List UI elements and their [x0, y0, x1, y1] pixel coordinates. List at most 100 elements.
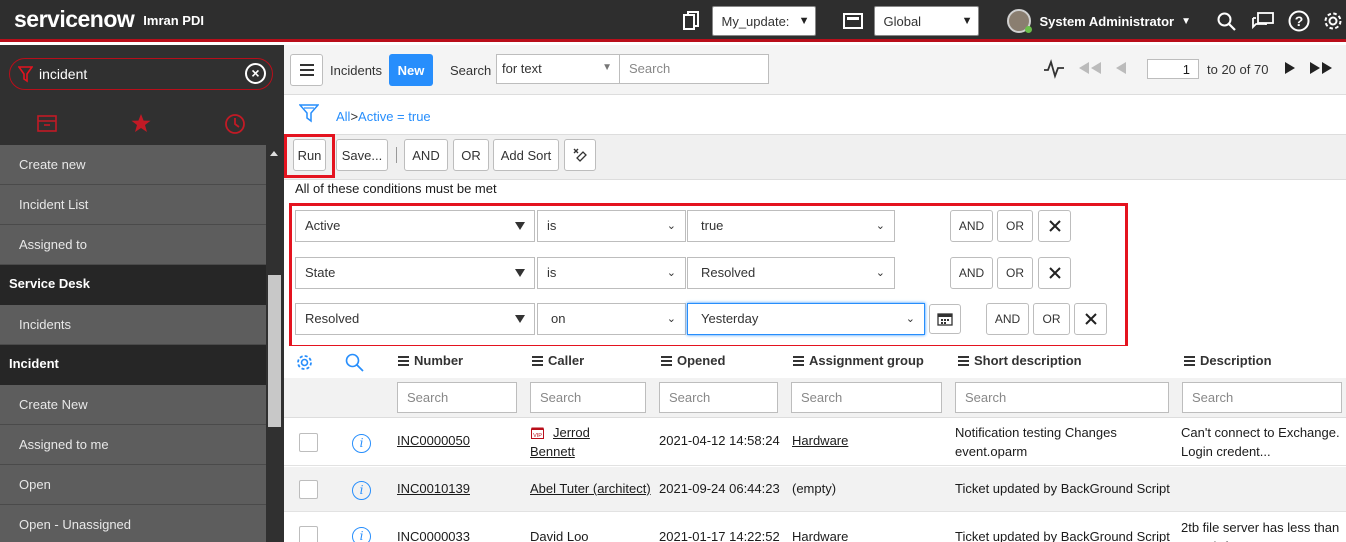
list-search-input[interactable]: Search — [619, 54, 769, 84]
column-menu-icon[interactable] — [532, 354, 543, 368]
app-service-desk[interactable]: Service Desk — [0, 265, 266, 305]
row-checkbox[interactable] — [299, 433, 318, 452]
run-button-highlight — [284, 134, 335, 178]
table-row[interactable]: i INC0000050 VIP Jerrod Bennett 2021-04-… — [284, 419, 1346, 466]
application-navigator: incident × Create new Incident List Assi… — [0, 45, 284, 542]
history-tab-icon[interactable] — [224, 113, 248, 135]
column-header-opened[interactable]: Opened — [661, 353, 725, 368]
row-preview-info-icon[interactable]: i — [352, 481, 371, 500]
conditions-highlight — [289, 203, 1128, 348]
eraser-icon — [573, 148, 587, 162]
module-create-new[interactable]: Create new — [0, 145, 266, 185]
help-icon[interactable]: ? — [1288, 10, 1310, 32]
next-page-icon[interactable] — [1284, 61, 1296, 78]
breadcrumb-trail: All>Active = true — [336, 109, 431, 124]
column-search-assignment-group[interactable]: Search — [791, 382, 942, 413]
delete-all-conditions-button[interactable] — [564, 139, 596, 171]
breadcrumb-separator: > — [350, 109, 359, 124]
module-assigned-to[interactable]: Assigned to — [0, 225, 266, 265]
page-number-input[interactable]: 1 — [1147, 59, 1199, 79]
cell-number[interactable]: INC0000033 — [397, 527, 470, 542]
previous-page-icon[interactable] — [1115, 61, 1127, 78]
column-menu-icon[interactable] — [793, 354, 804, 368]
search-icon[interactable] — [1217, 12, 1236, 31]
cell-short-description: Ticket updated by BackGround Script — [955, 481, 1170, 496]
user-menu-caret-icon[interactable]: ▼ — [1181, 16, 1191, 27]
clear-filter-icon[interactable]: × — [245, 63, 266, 84]
breadcrumb-all[interactable]: All — [336, 109, 350, 124]
column-search-short-description[interactable]: Search — [955, 382, 1169, 413]
navigator-tabs — [0, 103, 284, 145]
breadcrumb-condition[interactable]: Active = true — [358, 109, 431, 124]
cell-opened: 2021-04-12 14:58:24 — [659, 433, 780, 448]
column-header-description[interactable]: Description — [1184, 353, 1272, 368]
update-set-icon[interactable] — [680, 11, 702, 31]
column-header-assignment-group[interactable]: Assignment group — [793, 353, 924, 368]
module-open[interactable]: Open — [0, 465, 266, 505]
toolbar-divider — [396, 147, 397, 163]
module-create-new-incident[interactable]: Create New — [0, 385, 266, 425]
navigator-filter[interactable]: incident × — [9, 58, 273, 90]
column-search-description[interactable]: Search — [1182, 382, 1342, 413]
column-search-toggle-icon[interactable] — [345, 353, 364, 375]
list-personalize-gear-icon[interactable] — [295, 353, 314, 375]
gear-icon[interactable] — [1322, 10, 1344, 32]
cell-description: 2tb file server has less than 400mb free — [1181, 520, 1340, 542]
filter-funnel-icon — [17, 66, 34, 86]
row-checkbox[interactable] — [299, 480, 318, 499]
column-header-caller[interactable]: Caller — [532, 353, 584, 368]
column-header-short-description[interactable]: Short description — [958, 353, 1082, 368]
save-filter-button[interactable]: Save... — [336, 139, 388, 171]
column-menu-icon[interactable] — [398, 354, 409, 368]
row-preview-info-icon[interactable]: i — [352, 434, 371, 453]
all-apps-tab-icon[interactable] — [36, 113, 60, 135]
chevron-down-icon: ▼ — [798, 15, 810, 27]
first-page-icon[interactable] — [1078, 61, 1102, 78]
list-context-menu-button[interactable] — [290, 54, 323, 86]
application-picker-icon[interactable] — [842, 13, 864, 29]
column-menu-icon[interactable] — [958, 354, 969, 368]
connect-chat-icon[interactable] — [1252, 12, 1274, 30]
row-preview-info-icon[interactable]: i — [352, 527, 371, 542]
column-header-number[interactable]: Number — [398, 353, 463, 368]
servicenow-logo[interactable]: servicenow — [14, 6, 135, 33]
module-incidents[interactable]: Incidents — [0, 305, 266, 345]
cell-number[interactable]: INC0010139 — [397, 479, 470, 498]
module-open-unassigned[interactable]: Open - Unassigned — [0, 505, 266, 542]
cell-caller[interactable]: David Loo — [530, 527, 589, 542]
row-checkbox[interactable] — [299, 526, 318, 542]
cell-number[interactable]: INC0000050 — [397, 431, 470, 450]
cell-caller[interactable]: Abel Tuter (architect) — [530, 479, 651, 498]
last-page-icon[interactable] — [1309, 61, 1333, 78]
table-row[interactable]: i INC0010139 Abel Tuter (architect) 2021… — [284, 467, 1346, 512]
column-search-opened[interactable]: Search — [659, 382, 778, 413]
application-select[interactable]: Global ▼ — [874, 6, 980, 36]
table-row[interactable]: i INC0000033 David Loo 2021-01-17 14:22:… — [284, 513, 1346, 542]
scroll-up-arrow-icon[interactable] — [270, 151, 278, 156]
list-view: Incidents New Search for text ▼ Search 1 … — [284, 45, 1346, 542]
cell-caller[interactable]: Jerrod Bennett — [530, 423, 620, 461]
avatar[interactable] — [1007, 9, 1033, 33]
user-menu[interactable]: System Administrator — [1039, 14, 1174, 29]
update-set-select[interactable]: My_update: ▼ — [712, 6, 817, 36]
activity-pulse-icon[interactable] — [1043, 59, 1065, 82]
column-menu-icon[interactable] — [661, 354, 672, 368]
column-search-caller[interactable]: Search — [530, 382, 646, 413]
favorites-tab-icon[interactable] — [130, 113, 154, 135]
column-search-number[interactable]: Search — [397, 382, 517, 413]
filter-toggle-icon[interactable] — [298, 103, 320, 126]
search-label: Search — [450, 63, 492, 78]
add-or-condition-button[interactable]: OR — [453, 139, 489, 171]
search-field-select[interactable]: for text ▼ — [496, 54, 620, 84]
cell-assignment-group[interactable]: Hardware — [792, 431, 848, 450]
module-incident-list[interactable]: Incident List — [0, 185, 266, 225]
add-and-condition-button[interactable]: AND — [404, 139, 448, 171]
module-assigned-to-me[interactable]: Assigned to me — [0, 425, 266, 465]
add-sort-button[interactable]: Add Sort — [493, 139, 559, 171]
navigator-scrollbar[interactable] — [266, 145, 284, 542]
new-button[interactable]: New — [389, 54, 433, 86]
column-menu-icon[interactable] — [1184, 354, 1195, 368]
app-incident[interactable]: Incident — [0, 345, 266, 385]
navigator-filter-input[interactable]: incident — [39, 66, 87, 82]
scroll-thumb[interactable] — [268, 275, 281, 427]
